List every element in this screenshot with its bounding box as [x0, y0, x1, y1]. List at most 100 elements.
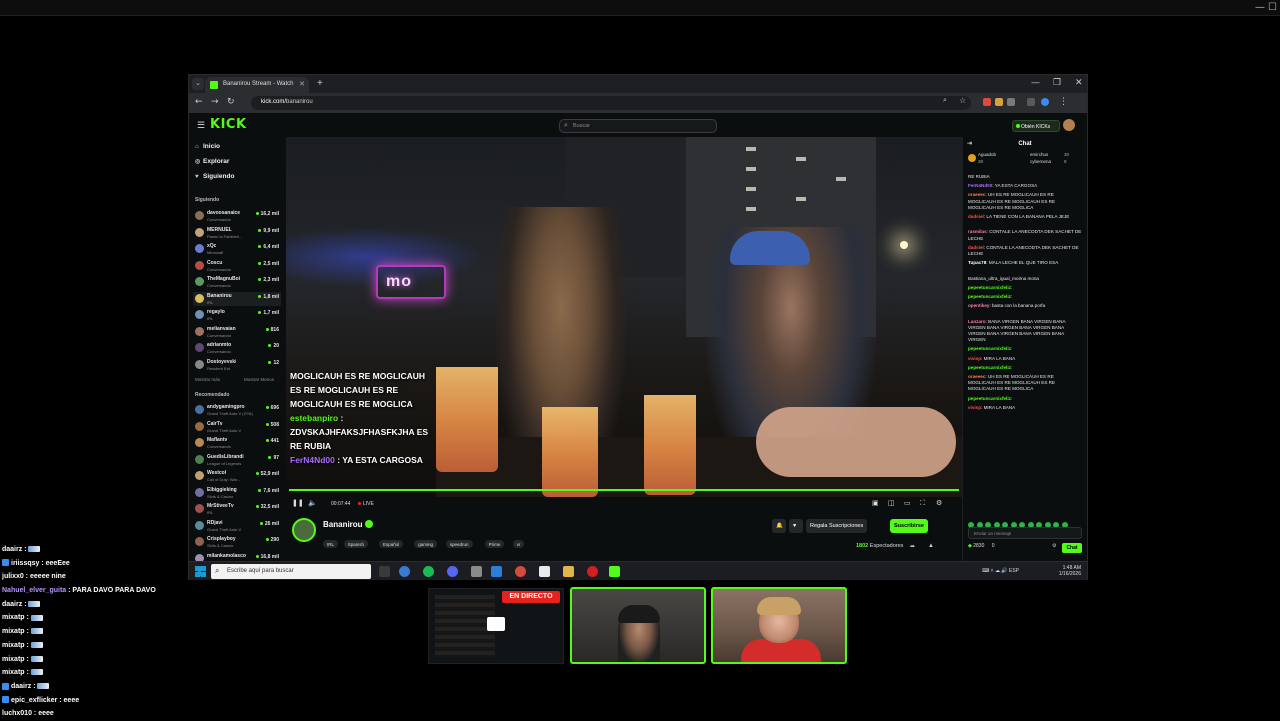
chat-username[interactable]: opentikey — [968, 303, 989, 308]
zoom-icon[interactable]: ⌕ — [943, 97, 951, 105]
chat-username[interactable]: Lanzaro — [968, 319, 986, 324]
avatar[interactable] — [1063, 119, 1075, 131]
subscribe-button[interactable]: Suscribirse — [890, 519, 928, 533]
chat-username[interactable]: pepeetuncarnixfeliz — [968, 365, 1011, 370]
show-less-link[interactable]: Mostrar Menos — [244, 377, 274, 382]
chat-username[interactable]: pepeetuncarnixfeliz — [968, 294, 1011, 299]
chat-emote-bar[interactable] — [968, 515, 1082, 528]
points-value[interactable]: 2830 — [973, 543, 984, 549]
forward-icon[interactable]: → — [211, 97, 219, 107]
sidebar-channel[interactable]: Crisplayboy Slots & Casino 290 — [193, 535, 281, 549]
pip-icon[interactable]: ◫ — [888, 499, 895, 507]
sidebar-channel[interactable]: Coscu Conversando 2,5 mil — [193, 259, 281, 273]
sidebar-channel[interactable]: MrStiveeTv IRL 32,5 mil — [193, 502, 281, 516]
sidebar-channel[interactable]: Bananirou IRL 1,8 mil — [193, 291, 281, 306]
chat-username[interactable]: vivisp — [968, 405, 981, 410]
notifications-bell-icon[interactable]: 🔔 — [772, 519, 786, 533]
taskbar-search-input[interactable]: ⌕ Escribe aquí para buscar — [211, 564, 371, 579]
sidebar-channel[interactable]: adrianmto Conversando 20 — [193, 341, 281, 355]
chat-username[interactable]: Tupac78 — [968, 260, 986, 265]
task-view-icon[interactable] — [379, 566, 390, 577]
share-icon[interactable]: ➦ — [910, 543, 915, 550]
chat-username[interactable]: FerN4Nd00 — [968, 183, 992, 188]
back-icon[interactable]: ← — [195, 97, 203, 107]
app-icon[interactable] — [539, 566, 550, 577]
kicks-value[interactable]: 0 — [992, 543, 995, 549]
browser-tab[interactable]: Bananirou Stream - Watch ✕ — [205, 77, 309, 93]
maximize-icon[interactable]: ☐ — [1268, 2, 1277, 13]
sidebar-channel[interactable]: RDjavi Grand Theft Auto V 26 mil — [193, 519, 281, 533]
profile-icon[interactable] — [1041, 98, 1049, 106]
chat-username[interactable]: rasmilas — [968, 229, 987, 234]
system-tray[interactable]: ⌨ ˄ ☁ 🔊 ESP 1:48 AM 1/16/2026 — [982, 565, 1081, 577]
fullscreen-icon[interactable]: ⛶ — [920, 499, 925, 508]
chat-username[interactable]: dadsiel — [968, 214, 984, 219]
settings-gear-icon[interactable]: ⚙ — [936, 499, 942, 507]
sidebar-channel[interactable]: CairTv Grand Theft Auto V 508 — [193, 420, 281, 434]
tab-search-icon[interactable]: ⌄ — [192, 78, 204, 90]
video-player[interactable]: mo MOGLICAUH ES RE MOGLICAUH ES RE MOGLI… — [286, 137, 962, 497]
chat-input[interactable]: Enviar un mensaje — [968, 527, 1082, 539]
sidebar-item-explorar[interactable]: ◎ Explorar — [195, 158, 229, 165]
chat-settings-icon[interactable]: ⚙ — [1052, 543, 1056, 549]
sidebar-channel[interactable]: TheMagnuBoi Conversando 2,3 mil — [193, 275, 281, 289]
theater-icon[interactable]: ▭ — [904, 499, 911, 507]
bookmark-star-icon[interactable]: ☆ — [959, 96, 967, 105]
sidebar-channel[interactable]: Dostoyevski Resident Evil 12 — [193, 358, 281, 372]
extension-icon[interactable] — [995, 98, 1003, 106]
sidebar-item-inicio[interactable]: ⌂ Inicio — [195, 143, 220, 150]
discord-icon[interactable] — [447, 566, 458, 577]
search-input[interactable]: ⌕ Buscar — [559, 119, 717, 133]
sidebar-channel[interactable]: regaylo IRL 1,7 mil — [193, 308, 281, 322]
streamer-avatar[interactable] — [292, 518, 316, 542]
menu-icon[interactable]: ☰ — [197, 120, 205, 131]
url-bar[interactable]: kick.com/bananirou — [251, 96, 971, 110]
obs-icon[interactable] — [515, 566, 526, 577]
video-progress-bar[interactable] — [289, 489, 959, 491]
browser-menu-icon[interactable]: ⋮ — [1059, 97, 1068, 107]
report-icon[interactable]: ▲ — [928, 543, 934, 549]
window-restore-icon[interactable]: ❐ — [1053, 78, 1061, 88]
stream-tag[interactable]: Español — [379, 540, 404, 548]
chat-username[interactable]: pepeetuncarnixfeliz — [968, 285, 1011, 290]
folder-icon[interactable] — [563, 566, 574, 577]
app-icon[interactable] — [471, 566, 482, 577]
reload-icon[interactable]: ↻ — [227, 97, 235, 107]
windows-start-icon[interactable] — [195, 566, 206, 577]
spotify-icon[interactable] — [423, 566, 434, 577]
media-icon[interactable] — [1027, 98, 1035, 106]
new-tab-button[interactable]: + — [317, 78, 323, 89]
chat-username[interactable]: dadsiel — [968, 245, 984, 250]
window-close-icon[interactable]: ✕ — [1075, 78, 1083, 88]
gift-subs-button[interactable]: Regala Suscripciones — [806, 519, 868, 533]
extensions-puzzle-icon[interactable] — [1007, 98, 1015, 106]
chat-username[interactable]: pepeetuncarnixfeliz — [968, 346, 1011, 351]
sidebar-channel[interactable]: GuedisLibrandi League of Legends 97 — [193, 453, 281, 467]
extension-icon[interactable] — [983, 98, 991, 106]
sidebar-channel[interactable]: andygamingpro Grand Theft Auto V (GTA) 696 — [193, 403, 281, 417]
chat-username[interactable]: oraeeec — [968, 374, 985, 379]
streamer-name[interactable]: Bananirou — [323, 520, 363, 529]
kick-app-icon[interactable] — [609, 566, 620, 577]
sidebar-channel[interactable]: melianvaian Conversando 816 — [193, 325, 281, 339]
app-icon[interactable] — [399, 566, 410, 577]
stream-tag[interactable]: gaming — [414, 540, 437, 548]
sidebar-channel[interactable]: davoosanaice Conversando 16,2 mil — [193, 209, 281, 223]
chat-username[interactable]: oraeeec — [968, 192, 985, 197]
tab-close-icon[interactable]: ✕ — [299, 80, 305, 88]
sidebar-channel[interactable]: Elbiggieking Slots & Casino 7,6 mil — [193, 486, 281, 500]
chat-username[interactable]: vivisp — [968, 356, 981, 361]
app-icon[interactable] — [587, 566, 598, 577]
volume-icon[interactable]: 🔈 — [308, 499, 317, 507]
stream-tag[interactable]: Prime — [484, 540, 505, 548]
chat-username[interactable]: pepeetuncarnixfeliz — [968, 396, 1011, 401]
chrome-icon[interactable] — [491, 566, 502, 577]
get-kicks-button[interactable]: Obtén KICKs — [1012, 120, 1060, 132]
sidebar-item-siguiendo[interactable]: ♥ Siguiendo — [195, 173, 234, 180]
minimize-icon[interactable]: — — [1255, 2, 1265, 13]
sidebar-channel[interactable]: MERNUEL Pasen la Fabibieri... 9,9 mil — [193, 226, 281, 240]
sidebar-channel[interactable]: Westcol Call of Duty: War... 52,9 mil — [193, 469, 281, 483]
sidebar-channel[interactable]: Maflantv Conversando 441 — [193, 436, 281, 450]
follow-heart-icon[interactable]: ♥ — [789, 519, 803, 533]
show-more-link[interactable]: Mostrar más — [195, 377, 220, 382]
